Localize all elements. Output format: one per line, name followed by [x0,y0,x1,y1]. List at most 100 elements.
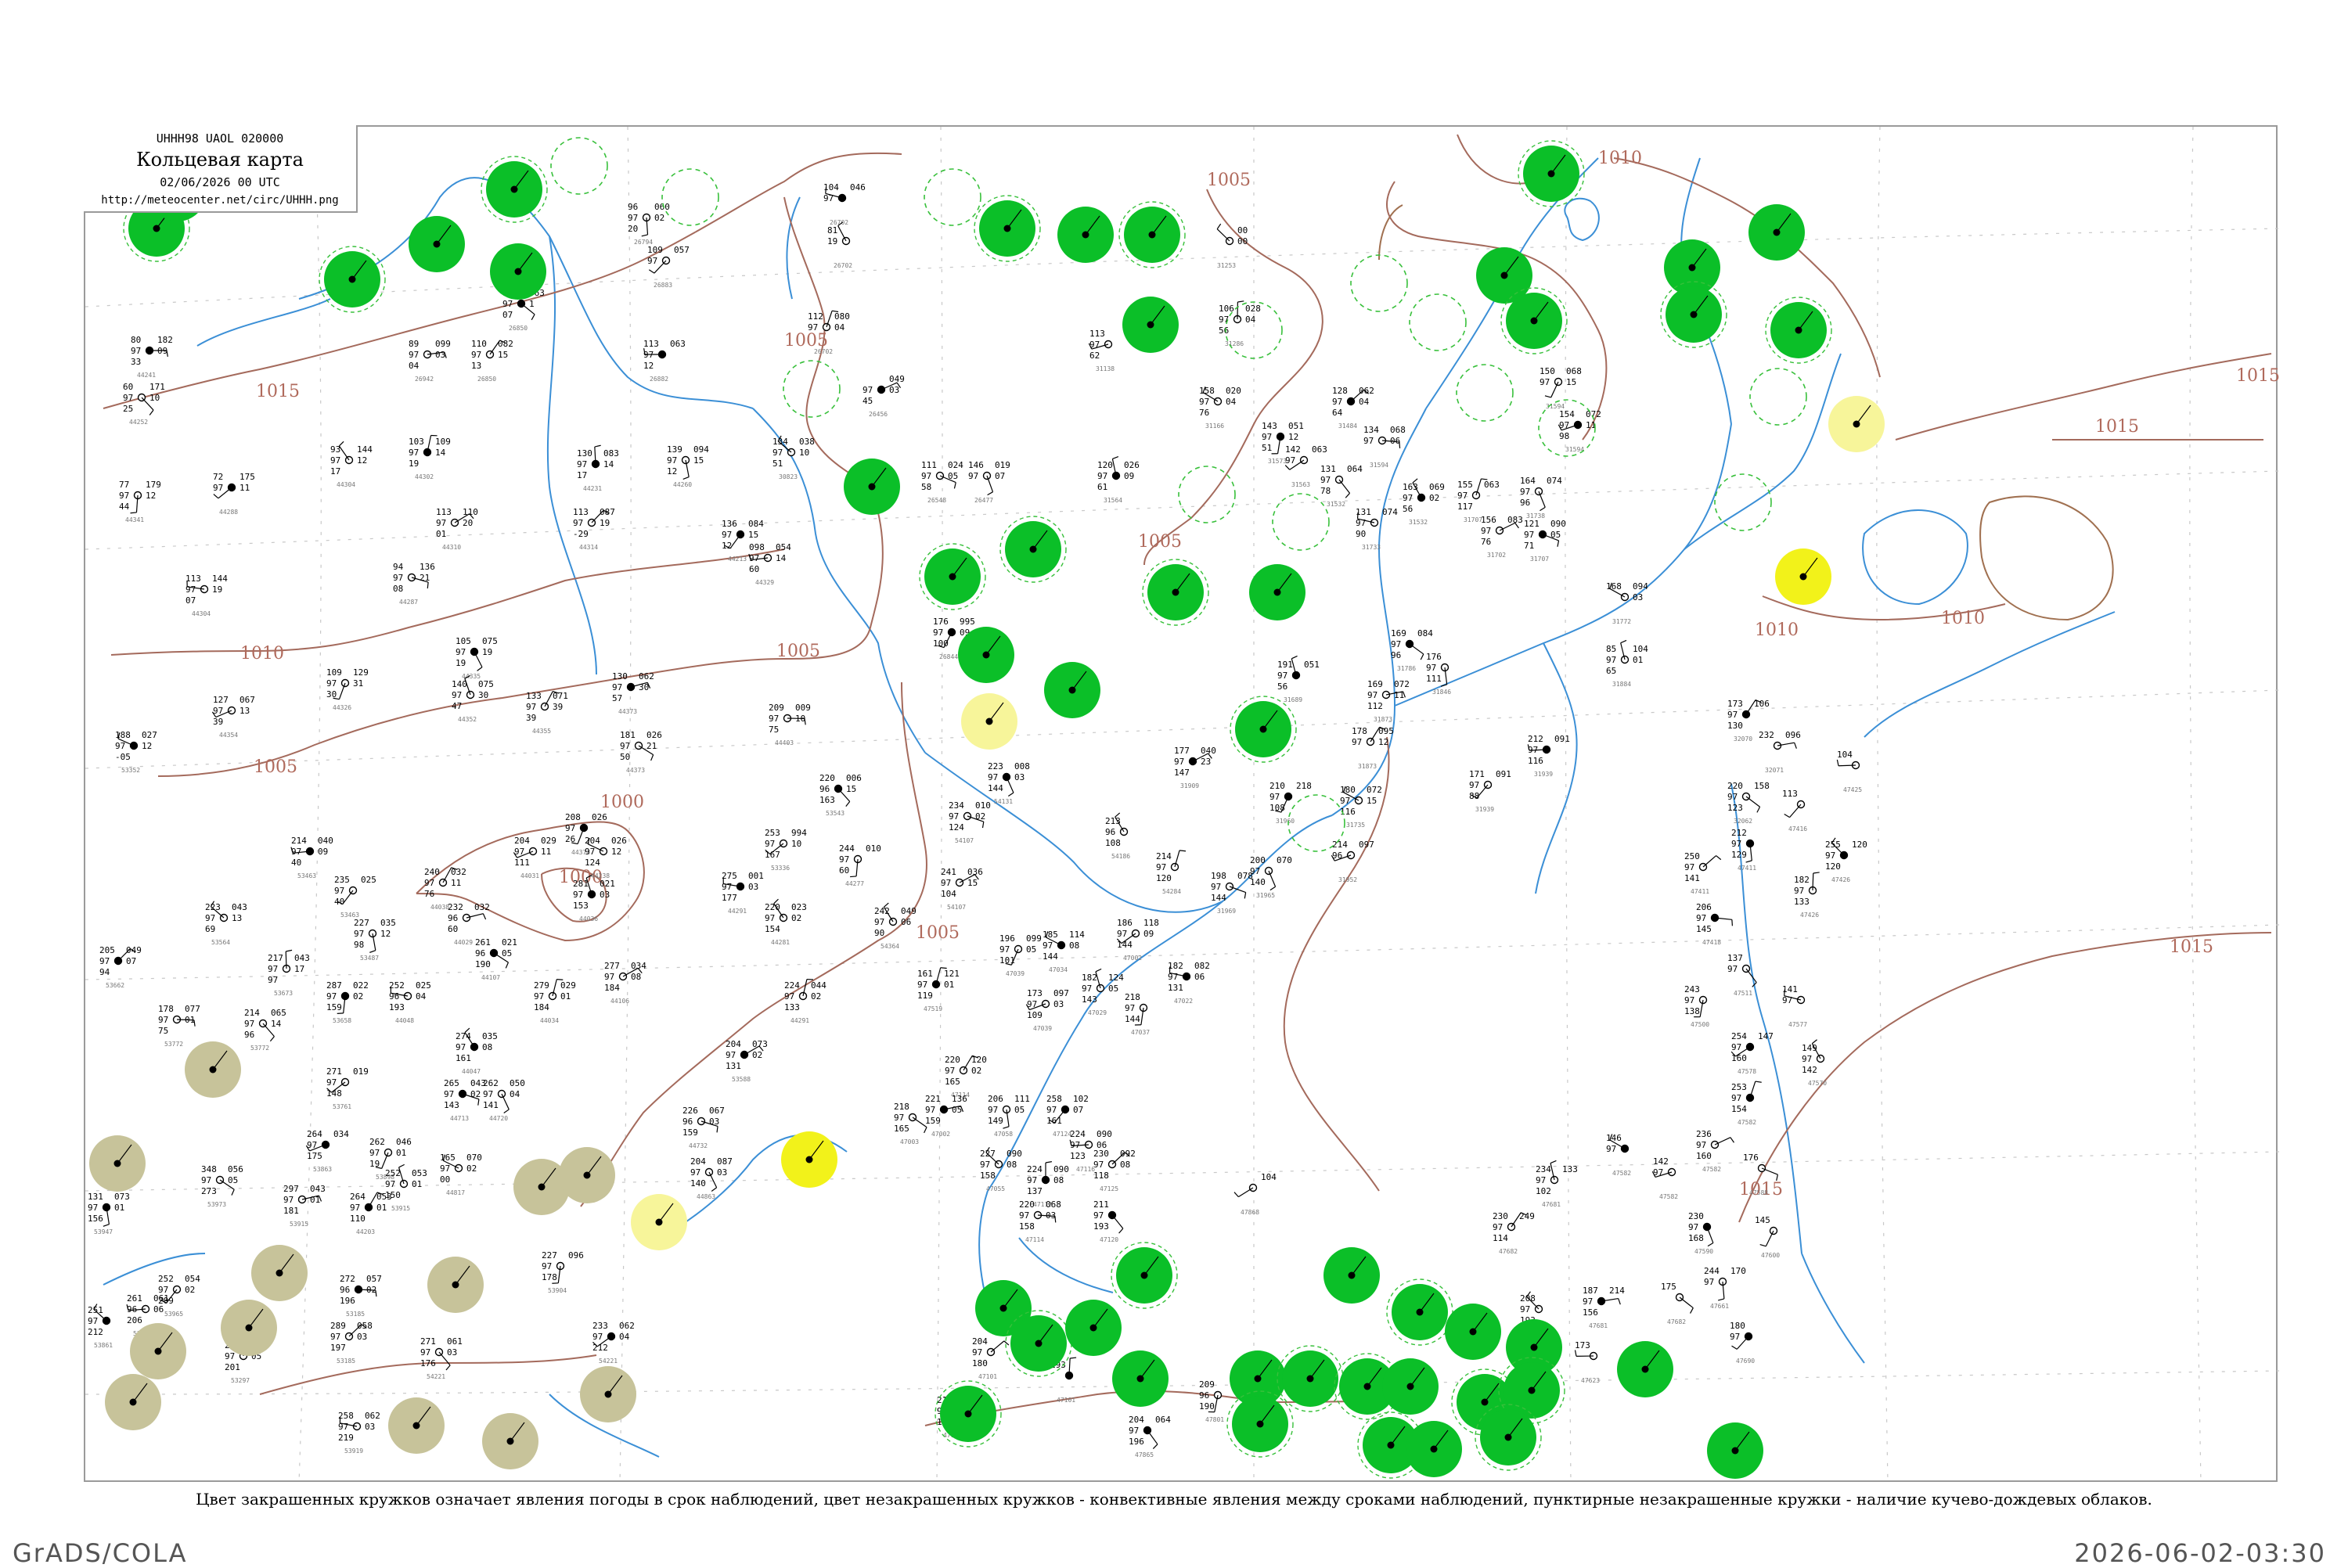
green-weather-circle[interactable] [1119,202,1185,268]
station-plot[interactable]: 287971590220253658 [326,980,369,1024]
station-plot[interactable]: 186971441180947002 [1117,918,1159,962]
green-weather-circle[interactable] [490,243,546,300]
station-plot[interactable]: 156977608331702 [1481,515,1523,559]
lightyellow-weather-circle[interactable] [631,1194,687,1250]
station-plot[interactable]: 131977806431532 [1320,464,1363,508]
station-plot[interactable]: 11397011102044310 [436,507,478,551]
station-plot[interactable]: 18897-050271253352 [115,730,157,774]
station-plot[interactable]: 1829713347426 [1794,872,1820,919]
station-plot[interactable]: 220971540230244281 [765,899,807,946]
station-plot[interactable]: 1769711131846 [1426,652,1451,696]
station-plot[interactable]: 16597000700244817 [440,1153,482,1196]
lightyellow-weather-circle[interactable] [961,693,1017,750]
cumulonimbus-dashed-circle[interactable] [1351,255,1407,311]
cumulonimbus-dashed-circle[interactable] [1457,365,1513,421]
green-weather-circle[interactable] [481,156,547,222]
green-weather-circle[interactable] [1707,1422,1763,1479]
station-plot[interactable]: 11097130821526850 [471,339,513,383]
station-plot[interactable]: 10397191091444302 [409,435,451,480]
station-plot[interactable]: 226961590670344732 [682,1106,725,1149]
green-weather-circle[interactable] [1065,1300,1122,1356]
station-plot[interactable]: 09897600541444329 [749,542,791,586]
olive-weather-circle[interactable] [559,1147,615,1203]
station-plot[interactable]: 220961630061553543 [819,773,862,817]
station-plot[interactable]: 11347416 [1782,789,1807,833]
station-plot[interactable]: 2049719606447865 [1129,1415,1171,1458]
olive-weather-circle[interactable] [427,1257,484,1313]
station-plot[interactable]: 2719714801953761 [326,1066,369,1110]
station-plot[interactable]: 9397171441244304 [330,441,373,488]
station-plot[interactable]: 262971410500444720 [483,1078,525,1122]
green-weather-circle[interactable] [1445,1304,1501,1360]
green-weather-circle[interactable] [1057,207,1114,263]
station-plot[interactable]: 1680940331772 [1606,581,1648,625]
station-plot[interactable]: 21497960651453772 [244,1008,286,1052]
station-plot[interactable]: 9697200600226794 [628,202,670,246]
station-plot[interactable]: 221971591360547002 [925,1094,967,1138]
station-plot[interactable]: 72971751144288 [213,472,255,516]
green-weather-circle[interactable] [1044,662,1100,718]
station-plot[interactable]: 20997750091044403 [769,703,811,746]
station-plot[interactable]: 2119719347120 [1093,1199,1123,1243]
station-plot[interactable]: 2109710821831960 [1269,781,1312,825]
station-plot[interactable]: 12797390671344354 [212,695,254,739]
station-plot[interactable]: 12897640620431484 [1332,386,1374,430]
station-plot[interactable]: 150970681531594 [1540,366,1582,410]
green-weather-circle[interactable] [1748,204,1805,261]
olive-weather-circle[interactable] [185,1041,241,1098]
station-plot[interactable]: 2369716047582 [1696,1129,1734,1173]
station-plot[interactable]: 2009714007031965 [1250,855,1292,899]
station-plot[interactable]: 253971679941053336 [765,828,807,872]
station-plot[interactable]: 171978809131939 [1469,769,1511,813]
station-plot[interactable]: 18197500262144373 [620,730,662,774]
green-weather-circle[interactable] [1249,564,1305,620]
station-plot[interactable]: 223971440080354131 [988,761,1030,805]
station-plot[interactable]: 2139610854186 [1105,813,1130,860]
station-plot[interactable]: 1469747582 [1606,1133,1631,1177]
station-plot[interactable]: 13997120941544260 [667,444,709,488]
station-plot[interactable]: 177971470402331909 [1174,746,1216,789]
green-weather-circle[interactable] [920,544,985,610]
station-plot[interactable]: 161971191210147519 [917,968,960,1012]
station-plot[interactable]: 348972730560553973 [201,1164,243,1208]
station-plot[interactable]: 113976231138 [1089,329,1115,372]
station-plot[interactable]: 11397-290871944314 [573,507,615,551]
station-plot[interactable]: 241971040361554107 [941,867,983,911]
station-plot[interactable]: 1429747582 [1652,1156,1678,1200]
station-plot[interactable]: 24297900490654364 [874,903,917,950]
station-plot[interactable]: 277971840340844106 [604,961,646,1005]
station-plot[interactable]: 17897750770153772 [158,1004,200,1048]
station-plot[interactable]: 2539715447582 [1731,1081,1762,1126]
station-plot[interactable]: 10447868 [1234,1172,1277,1216]
green-weather-circle[interactable] [1230,696,1296,762]
station-plot[interactable]: 10597190751944335 [456,636,498,680]
station-plot[interactable]: 2279717809653904 [542,1250,584,1294]
station-plot[interactable]: 235974002553463 [334,875,376,919]
station-plot[interactable]: 230971180920847125 [1093,1149,1136,1192]
station-plot[interactable]: 1099705726883 [647,245,690,289]
station-plot[interactable]: 2649717503453863 [306,1129,349,1173]
station-plot[interactable]: 21497400400953463 [291,836,333,879]
olive-weather-circle[interactable] [580,1366,636,1422]
station-plot[interactable]: 22397690431353564 [205,901,247,946]
green-weather-circle[interactable] [409,216,465,272]
green-weather-circle[interactable] [319,246,385,312]
green-weather-circle[interactable] [1518,141,1584,207]
station-plot[interactable]: 2189714447037 [1125,992,1150,1036]
station-plot[interactable]: 289971970580353185 [330,1321,373,1365]
station-plot[interactable]: 146970190726477 [968,460,1010,504]
station-plot[interactable]: 2189716547003 [894,1102,927,1145]
olive-weather-circle[interactable] [105,1374,161,1430]
cumulonimbus-dashed-circle[interactable] [1410,294,1466,351]
station-plot[interactable]: 20597940490753662 [99,945,142,989]
station-plot[interactable]: 10697560280431286 [1219,301,1261,347]
station-plot[interactable]: 6097251711044252 [123,382,165,426]
station-plot[interactable]: 12197710900531707 [1524,519,1566,563]
station-plot[interactable]: 1419747577 [1782,984,1807,1028]
station-plot[interactable]: 252961930250444048 [389,980,431,1024]
station-plot[interactable]: 2049718047101 [972,1336,1009,1380]
station-plot[interactable]: 13097170831444231 [577,445,619,492]
station-plot[interactable]: 2509714147411 [1684,851,1721,895]
station-plot[interactable]: 206971491110547058 [988,1094,1030,1138]
cumulonimbus-dashed-circle[interactable] [662,169,718,225]
